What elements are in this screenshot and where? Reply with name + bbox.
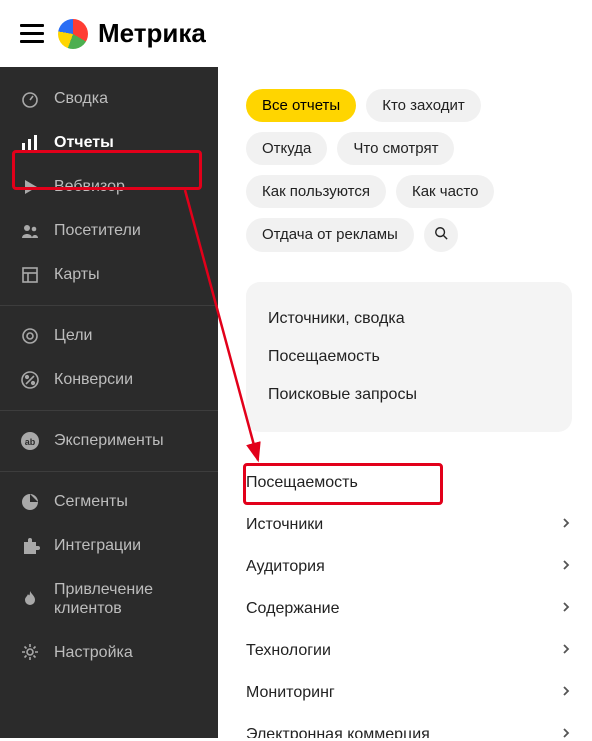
sidebar-item-settings[interactable]: Настройка — [0, 630, 218, 674]
chip-what-viewed[interactable]: Что смотрят — [337, 132, 454, 165]
popular-report-sources[interactable]: Источники, сводка — [268, 300, 550, 338]
puzzle-icon — [20, 536, 40, 556]
category-label: Содержание — [246, 600, 340, 618]
content-area: Все отчеты Кто заходит Откуда Что смотря… — [218, 67, 592, 738]
sidebar-item-label: Сводка — [54, 89, 108, 108]
category-traffic[interactable]: Посещаемость — [246, 462, 572, 504]
chip-how-used[interactable]: Как пользуются — [246, 175, 386, 208]
report-categories: Посещаемость Источники Аудитория Содержа… — [246, 462, 572, 738]
category-audience[interactable]: Аудитория — [246, 546, 572, 588]
header: Метрика — [0, 0, 592, 67]
sidebar-item-integrations[interactable]: Интеграции — [0, 524, 218, 568]
brand-logo[interactable]: Метрика — [58, 18, 206, 49]
sidebar: Сводка Отчеты Вебвизор Посетители Карты — [0, 67, 218, 738]
chip-all-reports[interactable]: Все отчеты — [246, 89, 356, 122]
menu-toggle-icon[interactable] — [20, 24, 44, 43]
chevron-right-icon — [560, 600, 572, 618]
filter-chips: Все отчеты Кто заходит Откуда Что смотря… — [246, 89, 572, 252]
play-icon — [20, 177, 40, 197]
target-icon — [20, 326, 40, 346]
category-technology[interactable]: Технологии — [246, 630, 572, 672]
sidebar-item-label: Эксперименты — [54, 431, 164, 450]
flame-icon — [20, 589, 40, 609]
chevron-right-icon — [560, 726, 572, 738]
category-monitoring[interactable]: Мониторинг — [246, 672, 572, 714]
category-label: Посещаемость — [246, 474, 358, 492]
bars-icon — [20, 133, 40, 153]
sidebar-divider — [0, 305, 218, 306]
sidebar-item-label: Сегменты — [54, 492, 128, 511]
brand-logo-icon — [58, 19, 88, 49]
sidebar-item-label: Конверсии — [54, 370, 133, 389]
sidebar-divider — [0, 471, 218, 472]
ab-icon: ab — [20, 431, 40, 451]
sidebar-item-webvisor[interactable]: Вебвизор — [0, 165, 218, 209]
category-label: Технологии — [246, 642, 331, 660]
sidebar-item-conversions[interactable]: Конверсии — [0, 358, 218, 402]
search-chip[interactable] — [424, 218, 458, 252]
pie-icon — [20, 492, 40, 512]
chevron-right-icon — [560, 642, 572, 660]
chevron-right-icon — [560, 516, 572, 534]
sidebar-item-experiments[interactable]: ab Эксперименты — [0, 419, 218, 463]
svg-text:ab: ab — [25, 437, 36, 447]
percent-icon — [20, 370, 40, 390]
chip-how-often[interactable]: Как часто — [396, 175, 495, 208]
category-label: Источники — [246, 516, 323, 534]
popular-report-traffic[interactable]: Посещаемость — [268, 338, 550, 376]
chevron-right-icon — [560, 684, 572, 702]
layout-icon — [20, 265, 40, 285]
sidebar-item-acquisition[interactable]: Привлечение клиентов — [0, 568, 218, 630]
sidebar-item-goals[interactable]: Цели — [0, 314, 218, 358]
users-icon — [20, 221, 40, 241]
sidebar-item-maps[interactable]: Карты — [0, 253, 218, 297]
sidebar-item-reports[interactable]: Отчеты — [0, 121, 218, 165]
sidebar-item-segments[interactable]: Сегменты — [0, 480, 218, 524]
popular-reports-box: Источники, сводка Посещаемость Поисковые… — [246, 282, 572, 432]
chip-who-visits[interactable]: Кто заходит — [366, 89, 481, 122]
sidebar-item-label: Интеграции — [54, 536, 141, 555]
gear-icon — [20, 642, 40, 662]
search-icon — [434, 226, 448, 244]
chip-ad-return[interactable]: Отдача от рекламы — [246, 218, 414, 252]
category-label: Электронная коммерция — [246, 726, 430, 738]
sidebar-item-label: Цели — [54, 326, 92, 345]
brand-name: Метрика — [98, 18, 206, 49]
sidebar-item-summary[interactable]: Сводка — [0, 77, 218, 121]
category-label: Аудитория — [246, 558, 325, 576]
chevron-right-icon — [560, 558, 572, 576]
sidebar-item-label: Настройка — [54, 643, 133, 662]
sidebar-item-label: Карты — [54, 265, 100, 284]
sidebar-item-label: Посетители — [54, 221, 141, 240]
category-sources[interactable]: Источники — [246, 504, 572, 546]
sidebar-item-label: Вебвизор — [54, 177, 125, 196]
sidebar-item-label: Привлечение клиентов — [54, 580, 198, 618]
gauge-icon — [20, 89, 40, 109]
category-content[interactable]: Содержание — [246, 588, 572, 630]
sidebar-item-label: Отчеты — [54, 133, 114, 152]
category-label: Мониторинг — [246, 684, 335, 702]
sidebar-item-visitors[interactable]: Посетители — [0, 209, 218, 253]
chip-from-where[interactable]: Откуда — [246, 132, 327, 165]
category-ecommerce[interactable]: Электронная коммерция — [246, 714, 572, 738]
sidebar-divider — [0, 410, 218, 411]
popular-report-search-queries[interactable]: Поисковые запросы — [268, 376, 550, 414]
